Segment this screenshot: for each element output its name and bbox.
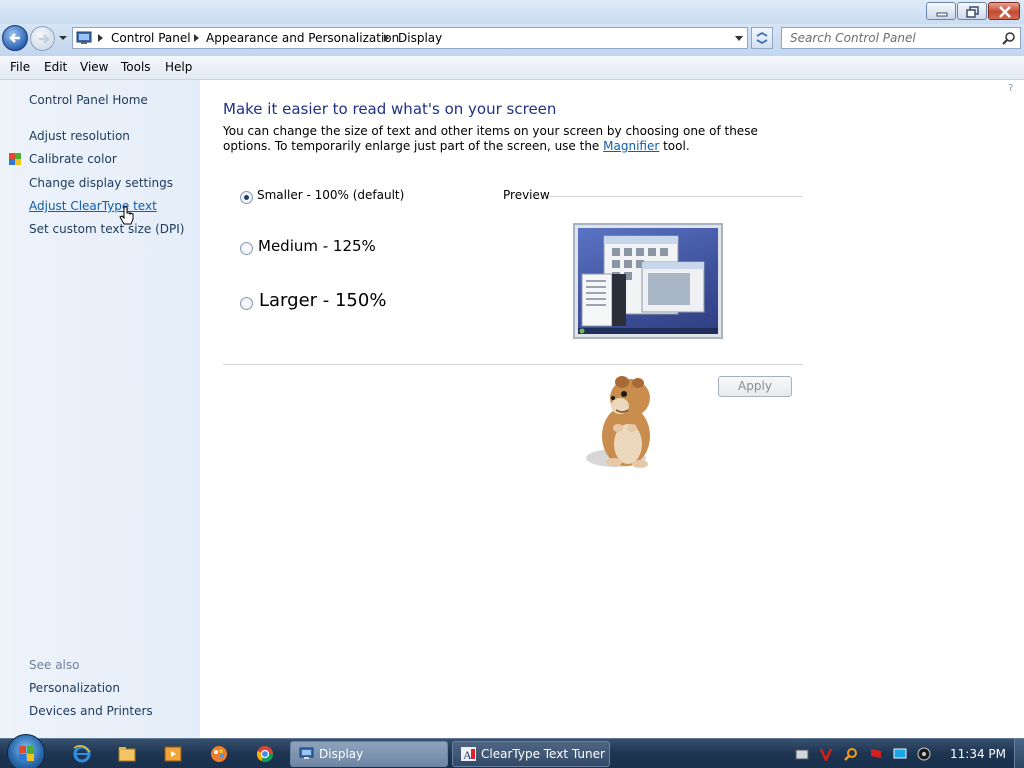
sidebar-item-calibrate-color[interactable]: Calibrate color <box>29 152 117 166</box>
taskbar: Display A ClearType Text Tuner 11:34 PM <box>0 734 1024 768</box>
apply-button[interactable]: Apply <box>718 376 792 397</box>
show-desktop-button[interactable] <box>1014 739 1024 768</box>
volume-tray-icon[interactable] <box>917 747 931 761</box>
main-content: ? Make it easier to read what's on your … <box>200 80 1024 738</box>
breadcrumb-separator[interactable] <box>194 34 199 42</box>
breadcrumb-display[interactable]: Display <box>398 31 442 45</box>
taskbar-item-label: ClearType Text Tuner <box>481 747 605 761</box>
page-description: You can change the size of text and othe… <box>223 124 783 154</box>
address-bar[interactable]: Control Panel Appearance and Personaliza… <box>72 27 748 49</box>
taskbar-item-display[interactable]: Display <box>290 741 448 767</box>
sidebar-item-adjust-resolution[interactable]: Adjust resolution <box>29 129 130 143</box>
page-title: Make it easier to read what's on your sc… <box>223 100 557 118</box>
section-divider <box>223 364 803 365</box>
close-icon <box>999 6 1011 18</box>
media-player-icon[interactable] <box>163 744 183 764</box>
svg-text:A: A <box>463 748 472 761</box>
hand-cursor-icon <box>119 206 134 225</box>
option-smaller-label[interactable]: Smaller - 100% (default) <box>257 188 404 202</box>
control-panel-icon <box>76 31 92 44</box>
magnifier-tray-icon[interactable] <box>844 747 858 761</box>
description-text-end: tool. <box>659 139 690 153</box>
sidebar-control-panel-home[interactable]: Control Panel Home <box>29 93 148 107</box>
menu-tools[interactable]: Tools <box>121 60 151 74</box>
taskbar-item-label: Display <box>319 747 364 761</box>
preview-image <box>573 223 723 339</box>
preview-desktop <box>578 228 718 334</box>
breadcrumb-separator[interactable] <box>98 34 103 42</box>
control-panel-icon <box>299 747 314 759</box>
internet-explorer-icon[interactable] <box>72 744 92 764</box>
network-tray-icon[interactable] <box>795 747 809 761</box>
radio-larger[interactable] <box>240 297 253 310</box>
menu-bar: File Edit View Tools Help <box>0 56 1024 80</box>
search-input[interactable]: Search Control Panel <box>781 27 1021 49</box>
restore-button[interactable] <box>957 2 987 20</box>
sidebar-item-adjust-cleartype[interactable]: Adjust ClearType text <box>29 199 157 213</box>
refresh-button[interactable] <box>751 27 773 49</box>
menu-view[interactable]: View <box>80 60 108 74</box>
preview-divider <box>548 196 802 197</box>
windows-logo-icon <box>19 746 34 761</box>
taskbar-item-cleartype[interactable]: A ClearType Text Tuner <box>452 741 610 767</box>
menu-help[interactable]: Help <box>165 60 192 74</box>
preview-label: Preview <box>503 188 550 202</box>
antivirus-tray-icon[interactable] <box>819 747 833 761</box>
radio-smaller[interactable] <box>240 191 253 204</box>
breadcrumb-control-panel[interactable]: Control Panel <box>111 31 191 45</box>
close-button[interactable] <box>988 2 1020 20</box>
magnifier-link[interactable]: Magnifier <box>603 139 659 153</box>
help-icon[interactable]: ? <box>1008 83 1020 95</box>
forward-button[interactable] <box>30 26 55 51</box>
restore-icon <box>966 6 979 18</box>
address-dropdown-icon[interactable] <box>735 36 743 41</box>
back-button[interactable] <box>2 25 28 51</box>
chevron-down-icon <box>59 36 67 40</box>
menu-file[interactable]: File <box>10 60 30 74</box>
option-medium-label[interactable]: Medium - 125% <box>258 237 376 255</box>
start-button[interactable] <box>7 734 45 768</box>
sidebar-item-custom-text-size[interactable]: Set custom text size (DPI) <box>29 222 184 236</box>
radio-medium[interactable] <box>240 242 253 255</box>
sidebar-item-change-display-settings[interactable]: Change display settings <box>29 176 173 190</box>
sidebar-item-devices-printers[interactable]: Devices and Printers <box>29 704 153 718</box>
flag-tray-icon[interactable] <box>869 747 883 761</box>
breadcrumb-separator[interactable] <box>384 34 389 42</box>
minimize-icon <box>936 12 948 17</box>
see-also-heading: See also <box>29 658 80 672</box>
control-panel-window: Control Panel Appearance and Personaliza… <box>0 0 1024 738</box>
display-tray-icon[interactable] <box>893 747 907 761</box>
option-larger-label[interactable]: Larger - 150% <box>259 290 386 311</box>
search-placeholder: Search Control Panel <box>790 31 916 45</box>
windows-shield-icon <box>9 153 21 165</box>
recent-pages-button[interactable] <box>57 30 69 46</box>
paint-app-icon[interactable] <box>209 744 229 764</box>
hamster-desktop-pet-icon <box>586 376 650 468</box>
search-icon[interactable] <box>1002 31 1016 45</box>
clock[interactable]: 11:34 PM <box>950 747 1006 761</box>
file-explorer-icon[interactable] <box>117 744 137 764</box>
preview-windows-graphic <box>578 235 718 334</box>
chrome-icon[interactable] <box>255 744 275 764</box>
minimize-button[interactable] <box>926 2 956 20</box>
sidebar-item-personalization[interactable]: Personalization <box>29 681 120 695</box>
refresh-icon <box>756 31 768 45</box>
back-arrow-icon <box>9 33 20 43</box>
forward-arrow-icon <box>39 34 50 44</box>
cleartype-icon: A <box>461 747 476 761</box>
title-bar[interactable] <box>0 0 1024 24</box>
menu-edit[interactable]: Edit <box>44 60 67 74</box>
breadcrumb-appearance[interactable]: Appearance and Personalization <box>206 31 399 45</box>
